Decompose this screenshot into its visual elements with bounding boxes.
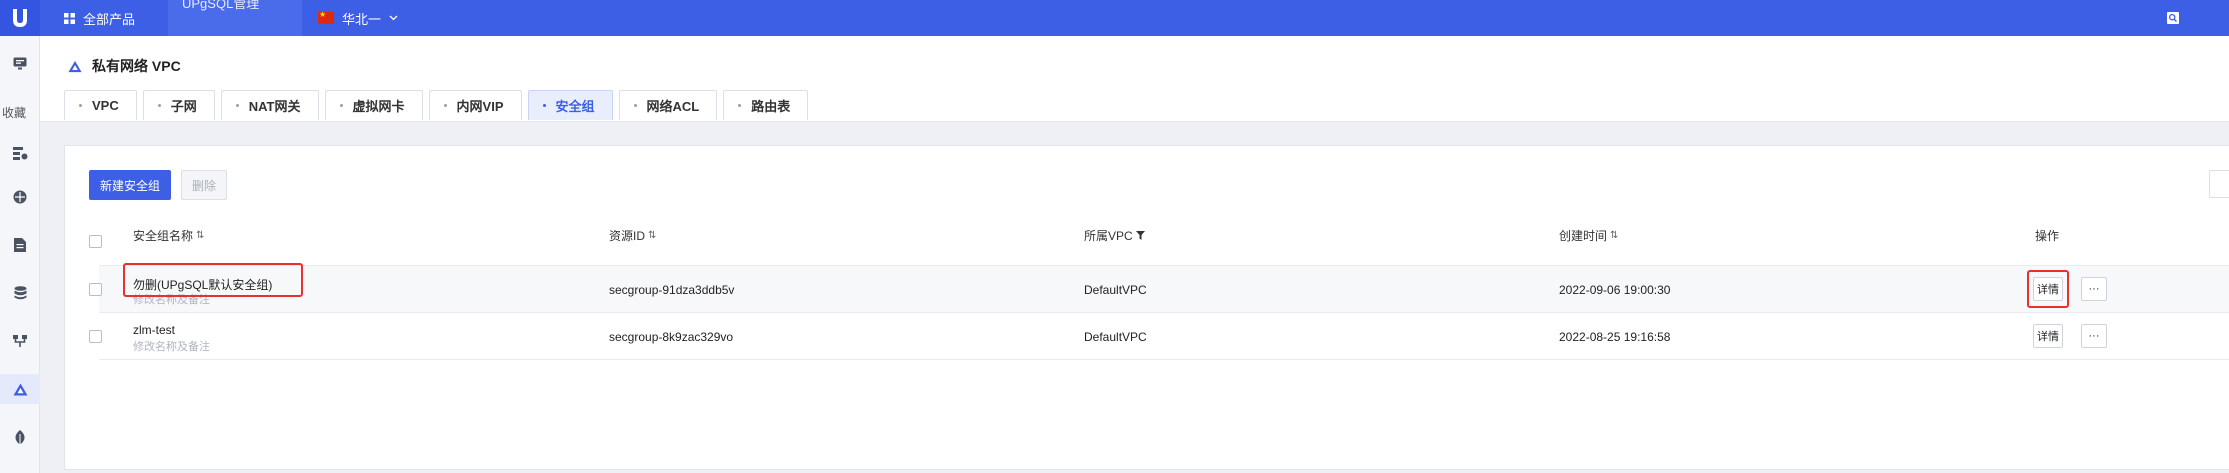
- chevron-down-icon: [389, 15, 398, 21]
- table-row[interactable]: [99, 265, 2229, 312]
- region-label: 华北一: [342, 11, 382, 27]
- sidebar-item-network[interactable]: [0, 182, 40, 212]
- sidebar-item-docs[interactable]: [0, 230, 40, 260]
- tab-label: VPC: [92, 98, 119, 113]
- tab-dot-icon: [542, 104, 546, 107]
- all-products-label: 全部产品: [83, 11, 136, 27]
- tab-label: 虚拟网卡: [352, 99, 405, 114]
- tab-internal-vip[interactable]: 内网VIP: [428, 90, 522, 120]
- tab-label: 内网VIP: [456, 99, 504, 114]
- tab-dot-icon: [157, 104, 161, 107]
- tab-label: 安全组: [555, 99, 595, 114]
- tab-bar: VPC 子网 NAT网关 虚拟网卡 内网VIP 安全组 网络ACL 路由表: [64, 90, 809, 120]
- globe-icon: [13, 190, 27, 204]
- tab-route-table[interactable]: 路由表: [723, 90, 809, 120]
- grid-icon: [64, 12, 75, 24]
- brand-logo-icon: [13, 9, 27, 27]
- row-checkbox[interactable]: [89, 283, 102, 296]
- sidebar-item-branch[interactable]: [0, 326, 40, 356]
- tab-dot-icon: [443, 104, 447, 107]
- create-security-group-button[interactable]: 新建安全组: [89, 170, 171, 200]
- table-row[interactable]: [99, 312, 2229, 359]
- resource-id: secgroup-8k9zac329vo: [609, 330, 734, 344]
- tab-dot-icon: [339, 104, 343, 107]
- document-icon: [14, 238, 26, 252]
- resource-id: secgroup-91dza3ddb5v: [609, 283, 735, 297]
- more-actions-button[interactable]: ···: [2081, 277, 2107, 301]
- search-icon: [2167, 12, 2179, 24]
- highlight-box-name: [123, 263, 303, 297]
- left-sidebar: 收藏: [0, 36, 40, 473]
- table-body: 勿删(UPgSQL默认安全组) 修改名称及备注 secgroup-91dza3d…: [65, 221, 2229, 421]
- tab-subnet[interactable]: 子网: [142, 90, 215, 120]
- all-products-button[interactable]: 全部产品: [64, 0, 135, 36]
- search-button[interactable]: [2162, 7, 2184, 29]
- tab-label: 路由表: [751, 99, 791, 114]
- security-group-name[interactable]: zlm-test: [133, 323, 175, 337]
- tab-dot-icon: [633, 104, 637, 107]
- tab-label: 网络ACL: [646, 99, 700, 114]
- tab-dot-icon: [738, 104, 742, 107]
- tab-dot-icon: [235, 104, 239, 107]
- tab-label: 子网: [170, 99, 197, 114]
- detail-button[interactable]: 详情: [2033, 324, 2063, 348]
- region-selector[interactable]: 华北一: [318, 0, 398, 36]
- security-group-panel: 新建安全组 删除 安全组名称 ⇅ 资源ID ⇅ 所属VPC 创建时间 ⇅ 操作 …: [64, 145, 2229, 470]
- page-header: 私有网络 VPC VPC 子网 NAT网关 虚拟网卡 内网VIP 安全组 网络A…: [40, 36, 2229, 122]
- tab-nat-gateway[interactable]: NAT网关: [220, 90, 319, 120]
- tab-virtual-nic[interactable]: 虚拟网卡: [324, 90, 423, 120]
- china-flag-icon: [318, 10, 334, 24]
- branch-icon: [13, 335, 27, 347]
- tab-network-acl[interactable]: 网络ACL: [618, 90, 718, 120]
- sidebar-item-leaf[interactable]: [0, 422, 40, 452]
- vpc-title-icon: [68, 60, 82, 72]
- tab-security-group[interactable]: 安全组: [527, 90, 613, 120]
- sidebar-item-monitor[interactable]: [0, 48, 40, 78]
- vpc-name: DefaultVPC: [1084, 330, 1147, 344]
- tab-dot-icon: [79, 104, 82, 107]
- database-icon: [14, 286, 26, 300]
- sidebar-item-vpc[interactable]: [0, 374, 40, 404]
- server-list-icon: [12, 146, 27, 160]
- edit-name-note-link[interactable]: 修改名称及备注: [133, 338, 210, 354]
- page-title-row: 私有网络 VPC: [68, 56, 181, 76]
- vpc-name: DefaultVPC: [1084, 283, 1147, 297]
- top-bar: 全部产品 UPgSQL管理 华北一: [0, 0, 2229, 36]
- delete-button[interactable]: 删除: [181, 170, 227, 200]
- sidebar-item-servers[interactable]: [0, 138, 40, 168]
- page-title: 私有网络 VPC: [92, 58, 181, 74]
- logo[interactable]: [0, 0, 40, 36]
- leaf-icon: [15, 429, 25, 445]
- product-tab-label: UPgSQL管理: [182, 0, 260, 11]
- toolbar-right-control[interactable]: [2209, 170, 2229, 198]
- highlight-box-detail: [2027, 270, 2069, 308]
- tab-vpc[interactable]: VPC: [64, 90, 137, 120]
- product-tab[interactable]: UPgSQL管理: [168, 0, 302, 36]
- row-checkbox[interactable]: [89, 330, 102, 343]
- created-time: 2022-08-25 19:16:58: [1559, 330, 1671, 344]
- sidebar-item-database[interactable]: [0, 278, 40, 308]
- vpc-icon: [13, 383, 27, 395]
- monitor-icon: [13, 57, 27, 69]
- tab-label: NAT网关: [248, 99, 301, 114]
- sidebar-favorites-label[interactable]: 收藏: [0, 104, 26, 121]
- table-bottom-border: [99, 359, 2229, 360]
- more-actions-button[interactable]: ···: [2081, 324, 2107, 348]
- created-time: 2022-09-06 19:00:30: [1559, 283, 1671, 297]
